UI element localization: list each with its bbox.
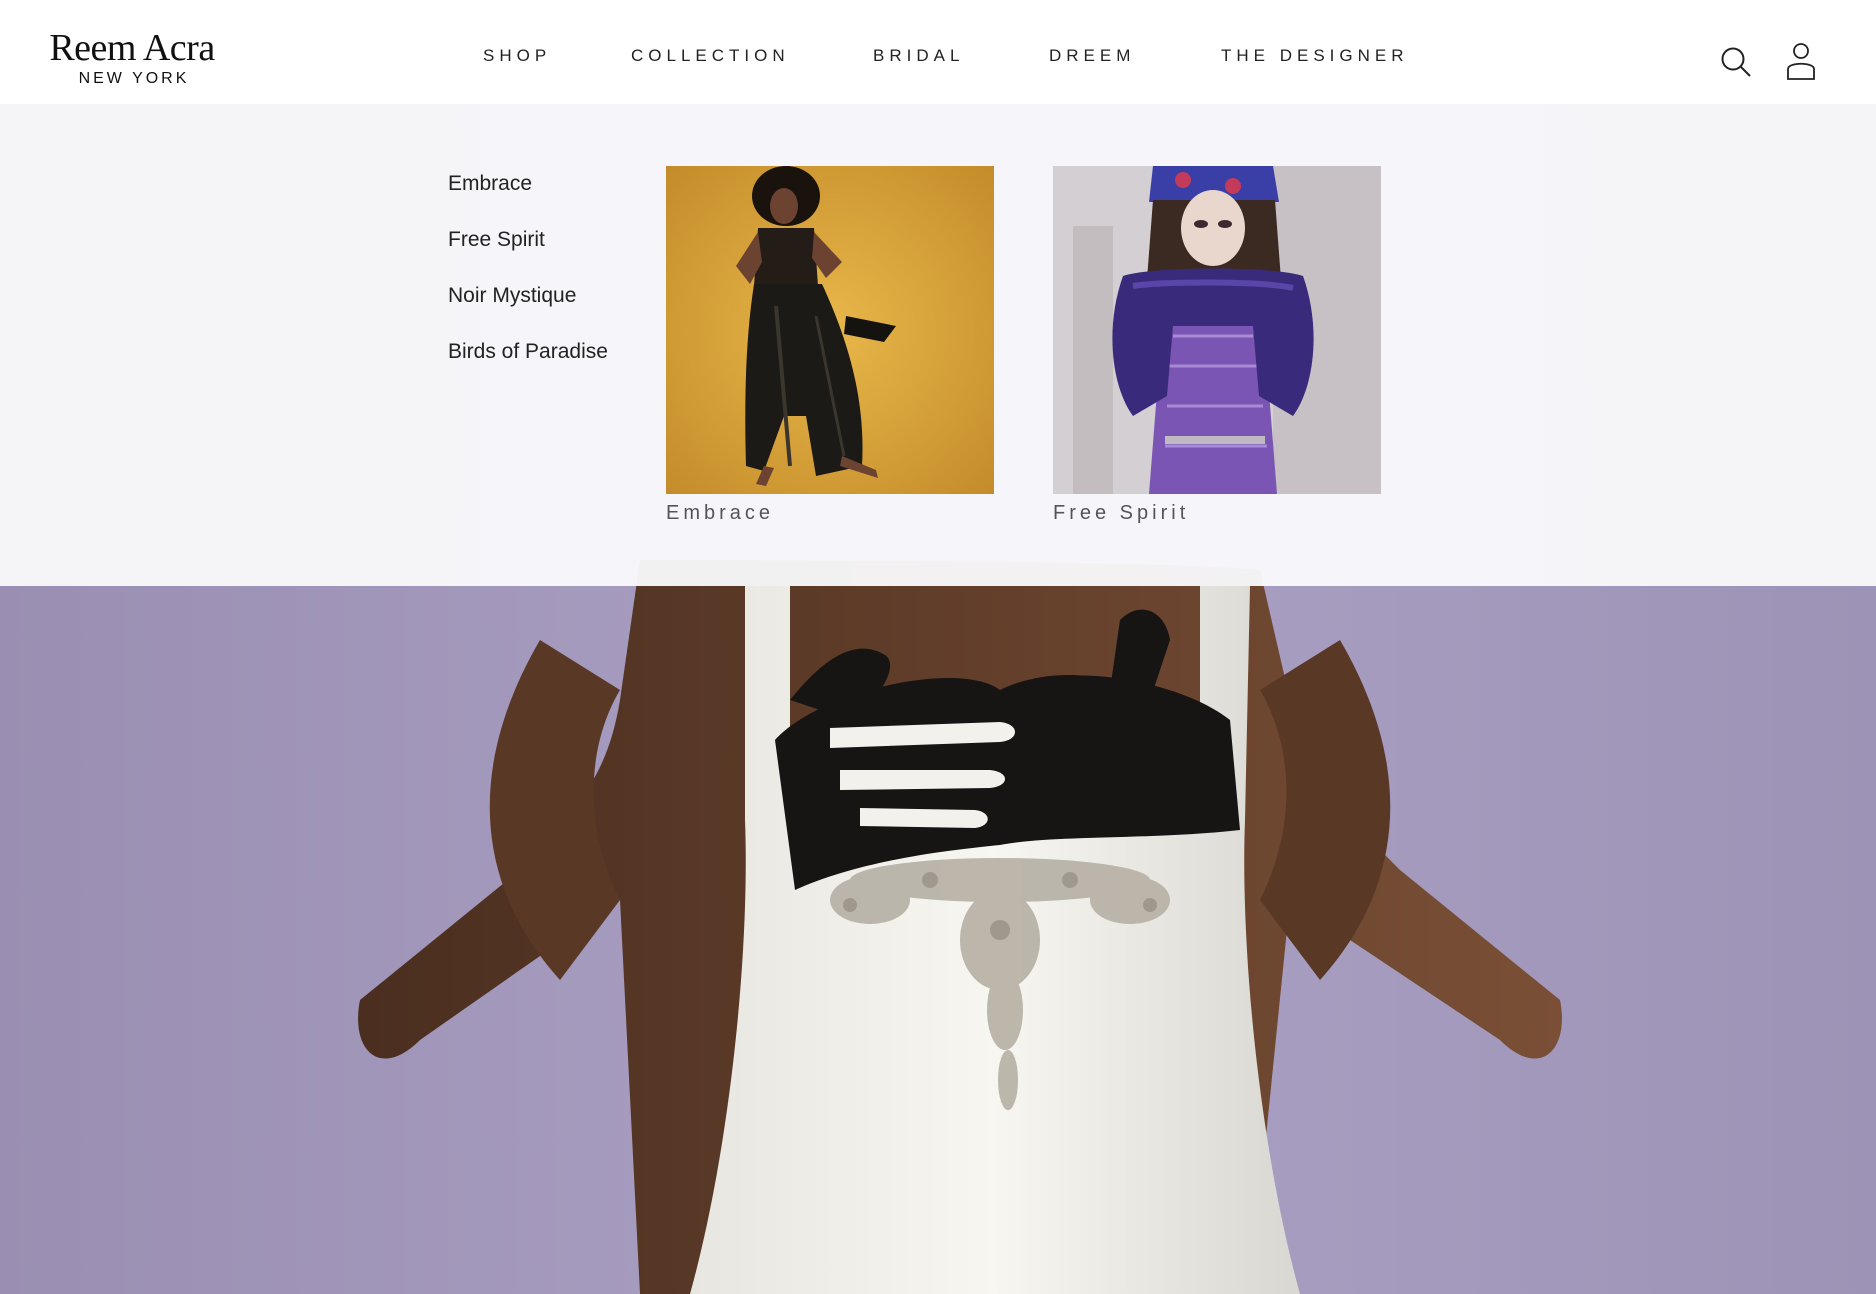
submenu-item-birds-of-paradise[interactable]: Birds of Paradise: [448, 340, 608, 396]
submenu-item-free-spirit[interactable]: Free Spirit: [448, 228, 608, 284]
nav-the-designer[interactable]: THE DESIGNER: [1221, 46, 1409, 66]
embrace-image[interactable]: [666, 166, 994, 494]
embrace-caption[interactable]: Embrace: [666, 502, 994, 525]
main-nav: SHOP COLLECTION BRIDAL DREEM THE DESIGNE…: [0, 46, 1876, 70]
nav-collection[interactable]: COLLECTION: [631, 46, 790, 66]
featured-card-embrace[interactable]: Embrace: [666, 166, 994, 525]
collection-mega-menu: Embrace Free Spirit Noir Mystique Birds …: [0, 104, 1876, 586]
free-spirit-caption[interactable]: Free Spirit: [1053, 502, 1381, 525]
page: Reem Acra NEW YORK SHOP COLLECTION BRIDA…: [0, 0, 1876, 1294]
featured-card-free-spirit[interactable]: Free Spirit: [1053, 166, 1381, 525]
search-icon[interactable]: [1720, 46, 1752, 83]
submenu-item-embrace[interactable]: Embrace: [448, 172, 608, 228]
free-spirit-image[interactable]: [1053, 166, 1381, 494]
user-icon[interactable]: [1786, 42, 1816, 85]
site-header: Reem Acra NEW YORK SHOP COLLECTION BRIDA…: [0, 0, 1876, 104]
nav-shop[interactable]: SHOP: [483, 46, 551, 66]
brand-city: NEW YORK: [78, 70, 190, 87]
collection-submenu: Embrace Free Spirit Noir Mystique Birds …: [448, 172, 608, 396]
submenu-item-noir-mystique[interactable]: Noir Mystique: [448, 284, 608, 340]
nav-dreem[interactable]: DREEM: [1049, 46, 1135, 66]
nav-bridal[interactable]: BRIDAL: [873, 46, 964, 66]
